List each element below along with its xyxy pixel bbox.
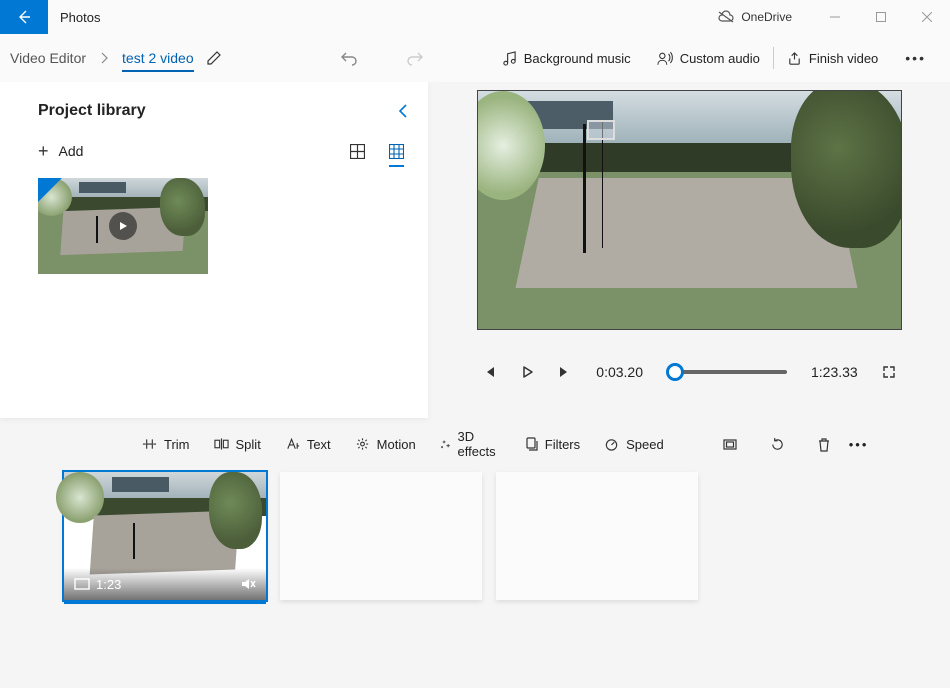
redo-icon xyxy=(406,49,424,67)
effects3d-button[interactable]: 3D effects xyxy=(428,429,512,459)
used-indicator-icon xyxy=(38,178,62,202)
seek-slider[interactable] xyxy=(667,370,787,374)
seek-thumb[interactable] xyxy=(666,363,684,381)
custom-audio-button[interactable]: Custom audio xyxy=(644,51,773,66)
trash-icon xyxy=(817,437,831,452)
sparkle-icon xyxy=(440,437,451,451)
crop-icon xyxy=(722,437,738,452)
share-icon xyxy=(787,51,802,66)
arrow-left-icon xyxy=(16,9,32,25)
split-button[interactable]: Split xyxy=(202,437,273,452)
rotate-button[interactable] xyxy=(770,437,785,452)
storyboard-strip: 1:23 xyxy=(0,470,950,620)
app-title: Photos xyxy=(48,0,112,34)
crop-button[interactable] xyxy=(722,437,738,452)
video-preview[interactable] xyxy=(477,90,902,330)
text-button[interactable]: Text xyxy=(273,437,343,452)
chevron-left-icon xyxy=(398,103,408,119)
onedrive-status[interactable]: OneDrive xyxy=(697,0,812,34)
minimize-icon xyxy=(830,12,840,22)
preview-panel: 0:03.20 1:23.33 xyxy=(428,82,950,418)
ellipsis-icon: ••• xyxy=(905,50,926,66)
play-button[interactable] xyxy=(520,365,534,379)
total-time: 1:23.33 xyxy=(811,364,858,380)
motion-icon xyxy=(355,437,370,451)
volume-mute-icon xyxy=(240,577,256,591)
back-button[interactable] xyxy=(0,0,48,34)
rename-project-button[interactable] xyxy=(206,50,222,66)
storyboard-empty-slot[interactable] xyxy=(496,472,698,600)
maximize-icon xyxy=(876,12,886,22)
undo-button[interactable] xyxy=(340,49,358,67)
trim-button[interactable]: Trim xyxy=(130,437,202,452)
library-clip-item[interactable] xyxy=(38,178,208,274)
fullscreen-button[interactable] xyxy=(882,365,896,379)
selection-indicator xyxy=(64,600,266,604)
view-small-button[interactable] xyxy=(389,144,404,167)
breadcrumb-project[interactable]: test 2 video xyxy=(122,50,194,72)
undo-icon xyxy=(340,49,358,67)
window-maximize-button[interactable] xyxy=(858,0,904,34)
close-icon xyxy=(922,12,932,22)
storyboard-toolbar: Trim Split Text Motion 3D effects Filter… xyxy=(0,418,950,470)
current-time: 0:03.20 xyxy=(596,364,643,380)
play-preview-icon xyxy=(109,212,137,240)
trim-icon xyxy=(142,437,157,451)
library-title: Project library xyxy=(38,102,146,120)
play-icon xyxy=(520,365,534,379)
text-icon xyxy=(285,437,300,451)
project-library-panel: Project library + Add xyxy=(0,82,428,418)
fullscreen-icon xyxy=(882,365,896,379)
rotate-icon xyxy=(770,437,785,452)
window-close-button[interactable] xyxy=(904,0,950,34)
speed-icon xyxy=(604,437,619,451)
split-icon xyxy=(214,437,229,451)
chevron-right-icon xyxy=(100,52,108,64)
storyboard-empty-slot[interactable] xyxy=(280,472,482,600)
filters-button[interactable]: Filters xyxy=(512,437,592,452)
collapse-library-button[interactable] xyxy=(398,103,408,119)
mute-indicator[interactable] xyxy=(240,577,256,591)
grid-small-icon xyxy=(389,144,404,159)
add-media-button[interactable]: + Add xyxy=(38,142,83,160)
delete-button[interactable] xyxy=(817,437,831,452)
plus-icon: + xyxy=(38,142,49,160)
step-forward-icon xyxy=(558,365,572,379)
cloud-offline-icon xyxy=(717,10,735,24)
pencil-icon xyxy=(206,50,222,66)
prev-frame-button[interactable] xyxy=(482,365,496,379)
music-note-icon xyxy=(502,51,517,66)
ellipsis-icon: ••• xyxy=(849,437,869,452)
background-music-button[interactable]: Background music xyxy=(489,51,644,66)
motion-button[interactable]: Motion xyxy=(343,437,428,452)
storyboard-more-button[interactable]: ••• xyxy=(849,437,869,452)
clip-duration: 1:23 xyxy=(96,577,121,592)
breadcrumb: Video Editor test 2 video xyxy=(10,50,194,66)
filters-icon xyxy=(524,437,538,451)
breadcrumb-root[interactable]: Video Editor xyxy=(10,50,86,66)
view-large-button[interactable] xyxy=(350,144,365,159)
grid-large-icon xyxy=(350,144,365,159)
more-options-button[interactable]: ••• xyxy=(891,50,940,66)
finish-video-button[interactable]: Finish video xyxy=(774,51,891,66)
speed-button[interactable]: Speed xyxy=(592,437,676,452)
person-audio-icon xyxy=(657,51,673,66)
next-frame-button[interactable] xyxy=(558,365,572,379)
aspect-icon xyxy=(74,578,90,590)
storyboard-clip[interactable]: 1:23 xyxy=(64,472,266,600)
redo-button[interactable] xyxy=(406,49,424,67)
window-minimize-button[interactable] xyxy=(812,0,858,34)
step-back-icon xyxy=(482,365,496,379)
